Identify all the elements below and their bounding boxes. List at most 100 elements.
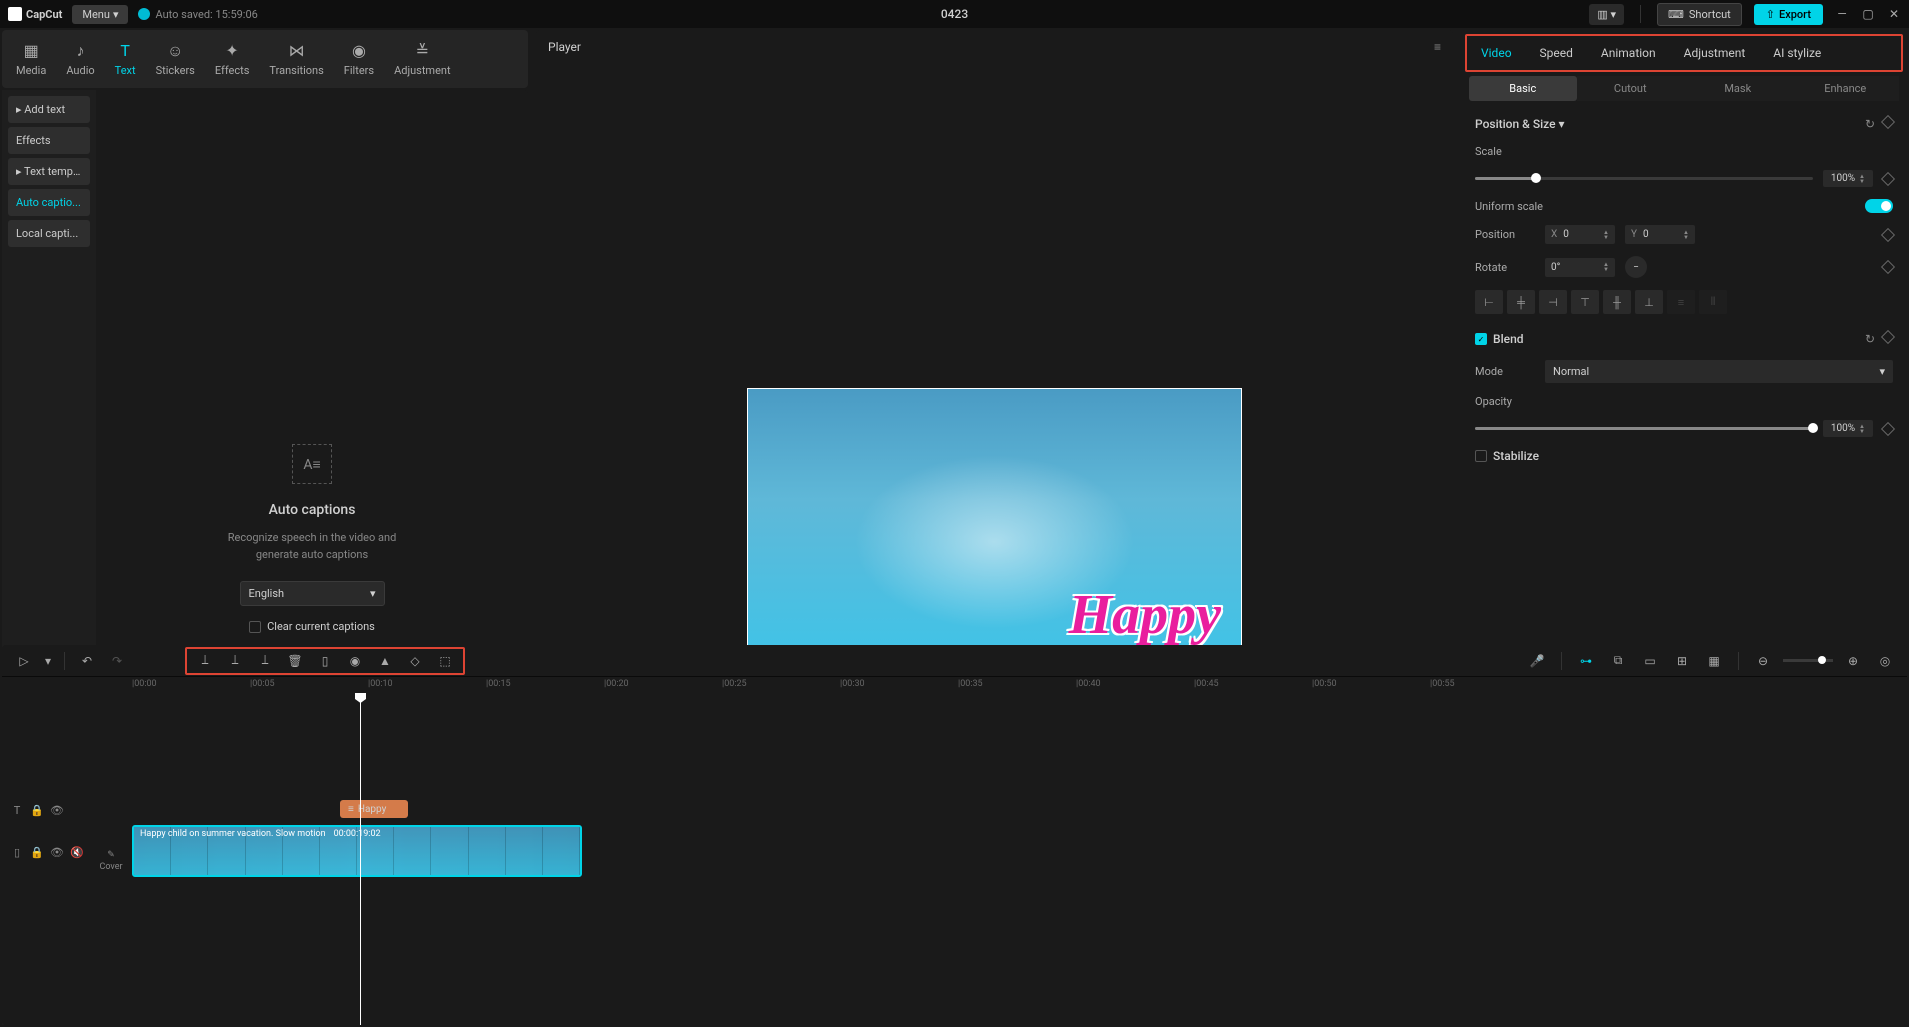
scale-value[interactable]: 100%▲▼ — [1823, 170, 1873, 187]
menu-button[interactable]: Menu▾ — [72, 5, 128, 24]
keyframe-icon[interactable] — [1881, 330, 1895, 344]
sidebar-effects[interactable]: Effects — [8, 127, 90, 154]
rotate-tool[interactable]: ◇ — [403, 649, 427, 673]
redo-button[interactable]: ↷ — [105, 649, 129, 673]
minimize-button[interactable]: — — [1835, 7, 1849, 21]
timeline-tracks[interactable]: T 🔒 👁 ≡Happy ▯ 🔒 👁 🔇 ✎ Cover Happy child… — [2, 695, 1907, 1025]
sidebar-add-text[interactable]: ▸ Add text — [8, 96, 90, 123]
tab-ai-stylize[interactable]: AI stylize — [1759, 36, 1835, 70]
tab-transitions[interactable]: ⋈Transitions — [259, 36, 333, 83]
keyboard-icon: ⌨ — [1668, 8, 1684, 21]
align-center-h[interactable]: ╪ — [1507, 290, 1535, 314]
crop-duration-tool[interactable]: ▯ — [313, 649, 337, 673]
rotate-input[interactable]: 0°▲▼ — [1545, 258, 1615, 277]
tab-adjustment-prop[interactable]: Adjustment — [1670, 36, 1760, 70]
timeline-ruler[interactable]: |00:00 |00:05 |00:10 |00:15 |00:20 |00:2… — [2, 677, 1907, 695]
link-tool[interactable]: ⧉ — [1606, 649, 1630, 673]
subtab-cutout[interactable]: Cutout — [1577, 76, 1685, 101]
selection-dropdown[interactable]: ▾ — [42, 649, 54, 673]
mute-icon[interactable]: 🔇 — [70, 845, 84, 859]
text-clip[interactable]: ≡Happy — [340, 800, 408, 818]
opacity-slider[interactable] — [1475, 427, 1813, 430]
blend-checkbox[interactable]: ✓ — [1475, 333, 1487, 345]
undo-button[interactable]: ↶ — [75, 649, 99, 673]
tab-media[interactable]: ▦Media — [6, 36, 56, 83]
zoom-slider[interactable] — [1783, 659, 1833, 662]
align-bottom[interactable]: ⊥ — [1635, 290, 1663, 314]
language-select[interactable]: English▾ — [240, 581, 385, 606]
subtab-enhance[interactable]: Enhance — [1792, 76, 1900, 101]
tab-stickers[interactable]: ☺Stickers — [146, 36, 205, 83]
subtab-mask[interactable]: Mask — [1684, 76, 1792, 101]
split-left-tool[interactable]: ⟘ — [223, 649, 247, 673]
tab-filters[interactable]: ◉Filters — [334, 36, 384, 83]
stickers-icon: ☺ — [165, 42, 185, 60]
stabilize-checkbox[interactable] — [1475, 450, 1487, 462]
video-clip[interactable]: Happy child on summer vacation. Slow mot… — [132, 825, 582, 877]
text-track-controls: T 🔒 👁 — [10, 803, 64, 817]
app-logo: CapCut — [8, 7, 62, 21]
split-right-tool[interactable]: ⟘ — [253, 649, 277, 673]
uniform-scale-toggle[interactable] — [1865, 199, 1893, 213]
eye-icon[interactable]: 👁 — [50, 803, 64, 817]
text-track-icon[interactable]: T — [10, 803, 24, 817]
lock-icon[interactable]: 🔒 — [30, 845, 44, 859]
opacity-keyframe[interactable] — [1881, 421, 1895, 435]
delete-tool[interactable]: 🗑 — [283, 649, 307, 673]
zoom-fit[interactable]: ◎ — [1873, 649, 1897, 673]
subtab-basic[interactable]: Basic — [1469, 76, 1577, 101]
split-tool[interactable]: ⟘ — [193, 649, 217, 673]
position-x-input[interactable]: X0▲▼ — [1545, 225, 1615, 244]
sidebar-local-captions[interactable]: Local capti... — [8, 220, 90, 247]
tab-speed[interactable]: Speed — [1526, 36, 1587, 70]
preview-axis-tool[interactable]: ⊞ — [1670, 649, 1694, 673]
eye-icon[interactable]: 👁 — [50, 845, 64, 859]
zoom-in[interactable]: ⊕ — [1841, 649, 1865, 673]
video-track-icon[interactable]: ▯ — [10, 845, 24, 859]
scale-keyframe[interactable] — [1881, 171, 1895, 185]
mic-tool[interactable]: 🎤 — [1525, 649, 1549, 673]
clear-captions-checkbox[interactable]: Clear current captions — [249, 620, 375, 633]
tab-animation[interactable]: Animation — [1587, 36, 1670, 70]
player-title: Player — [548, 40, 581, 54]
track-magnet-tool[interactable]: ⊶ — [1574, 649, 1598, 673]
align-center-v[interactable]: ╫ — [1603, 290, 1631, 314]
tab-adjustment[interactable]: ≚Adjustment — [384, 36, 461, 83]
mirror-tool[interactable]: ▲ — [373, 649, 397, 673]
lock-icon[interactable]: 🔒 — [30, 803, 44, 817]
rotate-keyframe[interactable] — [1881, 260, 1895, 274]
maximize-button[interactable]: ▢ — [1861, 7, 1875, 21]
cover-button[interactable]: ✎ Cover — [97, 850, 125, 872]
align-left[interactable]: ⊢ — [1475, 290, 1503, 314]
close-button[interactable]: ✕ — [1887, 7, 1901, 21]
crop-tool[interactable]: ⬚ — [433, 649, 457, 673]
tab-video[interactable]: Video — [1467, 36, 1526, 70]
scale-slider[interactable] — [1475, 177, 1813, 180]
selection-tool[interactable]: ▷ — [12, 649, 36, 673]
tab-effects[interactable]: ✦Effects — [205, 36, 260, 83]
reset-icon[interactable]: ↻ — [1865, 332, 1875, 346]
snap-tool[interactable]: ▭ — [1638, 649, 1662, 673]
position-y-input[interactable]: Y0▲▼ — [1625, 225, 1695, 244]
sidebar-auto-captions[interactable]: Auto captio... — [8, 189, 90, 216]
tab-audio[interactable]: ♪Audio — [56, 36, 104, 83]
layout-button[interactable]: ▥ ▾ — [1589, 4, 1624, 25]
sidebar-text-template[interactable]: ▸ Text template — [8, 158, 90, 185]
track-tool[interactable]: ▦ — [1702, 649, 1726, 673]
rotate-reset[interactable]: − — [1625, 256, 1647, 278]
position-keyframe[interactable] — [1881, 227, 1895, 241]
opacity-value[interactable]: 100%▲▼ — [1823, 420, 1873, 437]
tab-text[interactable]: TText — [105, 36, 146, 83]
playhead[interactable] — [360, 695, 361, 1025]
align-top[interactable]: ⊤ — [1571, 290, 1599, 314]
shortcut-button[interactable]: ⌨ Shortcut — [1657, 3, 1742, 26]
export-button[interactable]: ⇧ Export — [1754, 4, 1823, 25]
reverse-tool[interactable]: ◉ — [343, 649, 367, 673]
align-right[interactable]: ⊣ — [1539, 290, 1567, 314]
player-menu-icon[interactable]: ≡ — [1434, 40, 1441, 54]
video-preview[interactable]: Happy — [747, 388, 1242, 668]
blend-mode-select[interactable]: Normal▾ — [1545, 360, 1893, 383]
keyframe-icon[interactable] — [1881, 115, 1895, 129]
zoom-out[interactable]: ⊖ — [1751, 649, 1775, 673]
reset-icon[interactable]: ↻ — [1865, 117, 1875, 131]
